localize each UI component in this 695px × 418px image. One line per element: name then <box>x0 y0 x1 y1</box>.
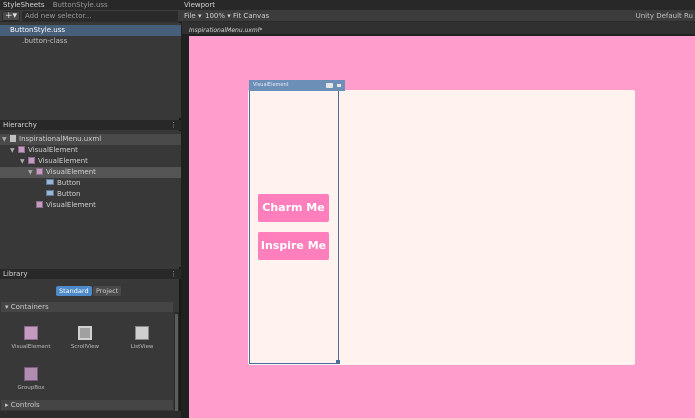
button-icon <box>46 190 54 196</box>
element-tag-icon <box>326 83 333 88</box>
library-section-containers[interactable]: ▾ Containers <box>1 302 173 312</box>
selected-element-outline[interactable] <box>249 80 339 364</box>
stylesheets-file-tab[interactable]: ButtonStyle.uss <box>53 1 108 9</box>
button-icon <box>46 179 54 185</box>
expand-arrow-icon[interactable]: ▼ <box>10 145 18 156</box>
theme-dropdown[interactable]: Unity Default Ru <box>636 10 693 22</box>
selected-element-header[interactable]: VisualElement <box>249 80 345 91</box>
library-title: Library <box>3 270 28 278</box>
hierarchy-tree: ▼ InspirationalMenu.uxml ▼ VisualElement ▼… <box>0 131 181 267</box>
library-item-label: ScrollView <box>70 344 100 350</box>
hierarchy-item-label: Button <box>57 190 81 198</box>
hierarchy-item-label: VisualElement <box>28 146 78 154</box>
library-panel-header: Library ⋮ <box>0 269 181 279</box>
library-item-label: VisualElement <box>11 344 51 350</box>
hierarchy-menu-icon[interactable]: ⋮ <box>170 120 177 130</box>
scroll-view-icon <box>78 326 92 340</box>
list-view-icon <box>135 326 149 340</box>
left-bottom-scrollbar[interactable] <box>0 411 181 418</box>
library-section-controls[interactable]: ▸ Controls <box>1 400 173 410</box>
hierarchy-item[interactable]: Button <box>0 189 181 200</box>
charm-me-button[interactable]: Charm Me <box>258 194 329 222</box>
element-menu-icon[interactable] <box>337 84 341 87</box>
hierarchy-item-selected[interactable]: ▼ VisualElement <box>0 167 181 178</box>
visual-element-icon <box>18 146 25 153</box>
library-tabs: Standard Project <box>0 284 181 298</box>
visual-element-icon <box>36 168 43 175</box>
library-menu-icon[interactable]: ⋮ <box>170 269 177 279</box>
group-box-icon <box>24 367 38 381</box>
add-stylesheet-button[interactable]: +▾ <box>2 11 20 21</box>
stylesheet-item-selector[interactable]: .button-class <box>0 36 181 47</box>
document-icon <box>10 135 16 142</box>
hierarchy-item[interactable]: ▼ VisualElement <box>0 156 181 167</box>
stylesheets-panel-header: StyleSheets ButtonStyle.uss <box>0 0 181 10</box>
library-item-groupbox[interactable]: GroupBox <box>9 367 53 391</box>
stylesheet-item-file[interactable]: ButtonStyle.uss <box>0 25 181 36</box>
tab-project[interactable]: Project <box>93 286 122 296</box>
visual-element-icon <box>24 326 38 340</box>
stylesheets-title: StyleSheets <box>3 1 45 9</box>
expand-arrow-icon[interactable]: ▼ <box>28 167 36 178</box>
library-item-label: ListView <box>130 344 154 350</box>
hierarchy-panel-header: Hierarchy ⋮ <box>0 120 181 130</box>
hierarchy-title: Hierarchy <box>3 121 37 129</box>
library-item-visualelement[interactable]: VisualElement <box>9 326 53 350</box>
expand-arrow-icon[interactable]: ▼ <box>2 134 10 145</box>
document-tab[interactable]: InspirationalMenu.uxml* <box>189 26 262 36</box>
inspire-me-button[interactable]: Inspire Me <box>258 232 329 260</box>
hierarchy-item-label: VisualElement <box>46 168 96 176</box>
add-selector-input[interactable]: Add new selector... <box>22 11 178 21</box>
hierarchy-item-label: InspirationalMenu.uxml <box>19 135 102 143</box>
library-item-scrollview[interactable]: ScrollView <box>63 326 107 350</box>
viewport-title: Viewport <box>184 1 215 9</box>
tab-standard[interactable]: Standard <box>56 286 92 296</box>
viewport-panel-header: Viewport <box>181 0 695 10</box>
stylesheets-list: ButtonStyle.uss .button-class <box>0 23 181 118</box>
library-section-label: Containers <box>10 303 49 311</box>
viewport-toolbar: File ▾ 100% ▾ Fit Canvas Unity Default R… <box>181 10 695 22</box>
resize-handle[interactable] <box>336 360 340 364</box>
expand-arrow-icon[interactable]: ▼ <box>20 156 28 167</box>
fit-canvas-button[interactable]: Fit Canvas <box>233 10 269 22</box>
hierarchy-item[interactable]: ▼ VisualElement <box>0 145 181 156</box>
hierarchy-item-label: Button <box>57 179 81 187</box>
library-scrollbar-thumb[interactable] <box>175 314 178 414</box>
file-menu[interactable]: File ▾ <box>184 10 201 22</box>
hierarchy-item[interactable]: Button <box>0 178 181 189</box>
stylesheet-item-label: ButtonStyle.uss <box>10 26 65 34</box>
zoom-dropdown[interactable]: 100% ▾ <box>205 10 231 22</box>
selected-element-label: VisualElement <box>253 82 289 88</box>
hierarchy-item-label: VisualElement <box>38 157 88 165</box>
hierarchy-item[interactable]: VisualElement <box>0 200 181 211</box>
hierarchy-item-label: VisualElement <box>46 201 96 209</box>
stylesheet-item-label: .button-class <box>22 37 68 45</box>
visual-element-icon <box>28 157 35 164</box>
visual-element-icon <box>36 201 43 208</box>
library-section-label: Controls <box>10 401 40 409</box>
library-item-label: GroupBox <box>17 385 45 391</box>
library-item-listview[interactable]: ListView <box>120 326 164 350</box>
hierarchy-item-root[interactable]: ▼ InspirationalMenu.uxml <box>0 134 181 145</box>
stylesheets-toolbar: +▾ Add new selector... <box>0 10 181 22</box>
